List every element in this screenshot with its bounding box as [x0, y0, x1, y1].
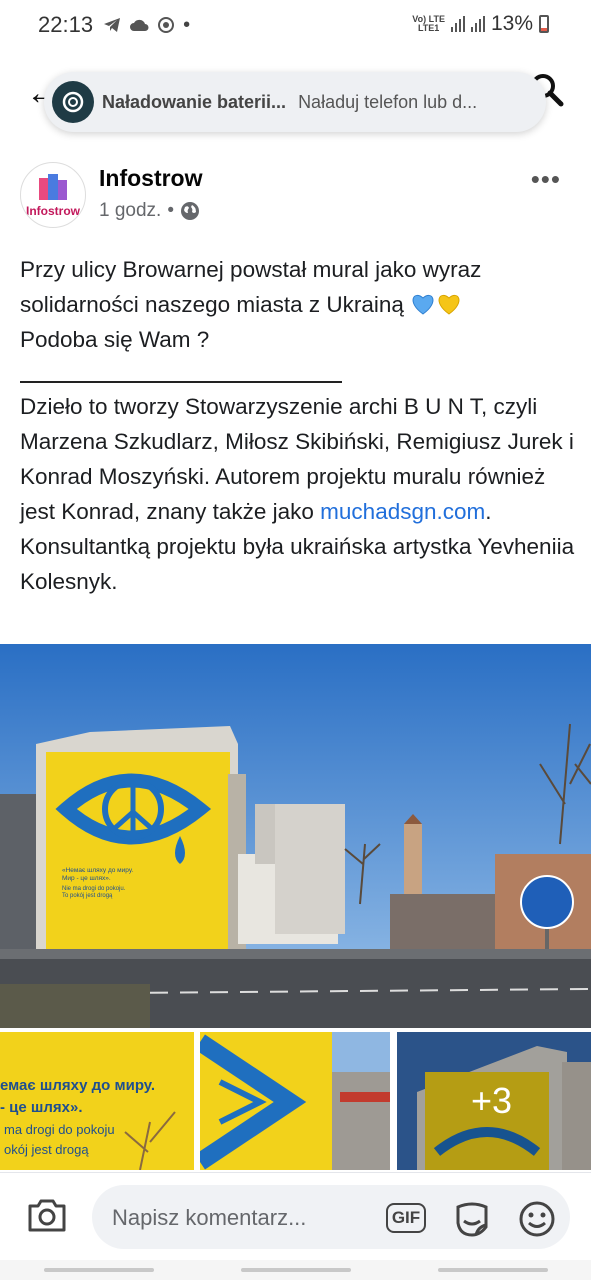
- battery-notification-icon: [52, 81, 94, 123]
- thumbnail-3-more[interactable]: +3: [397, 1032, 591, 1170]
- mural-text-4: To pokój jest drogą: [62, 893, 113, 899]
- avatar-logo-text: Infostrow: [26, 204, 80, 218]
- nav-back[interactable]: [437, 1268, 548, 1272]
- post-more-options-icon[interactable]: •••: [531, 164, 561, 195]
- thumbnail-1[interactable]: емає шляху до миру. - це шлях». ma drogi…: [0, 1032, 194, 1170]
- notification-title: Naładowanie baterii...: [102, 91, 287, 112]
- yellow-heart-icon: [438, 294, 460, 315]
- battery-percent: 13%: [490, 12, 533, 35]
- mural-text-3: Nie ma drogi do pokoju.: [62, 886, 126, 892]
- thumb-text-1: емає шляху до миру.: [0, 1077, 155, 1094]
- text-divider-line: [20, 357, 342, 383]
- sync-icon: [158, 17, 175, 33]
- telegram-icon: [104, 18, 121, 32]
- comment-input[interactable]: Napisz komentarz... GIF: [92, 1185, 570, 1249]
- battery-icon: [539, 15, 549, 33]
- status-time: 22:13: [38, 12, 94, 37]
- emoji-icon[interactable]: [517, 1199, 557, 1239]
- status-bar: 22:13 • Vo) LTE LTE1 13%: [0, 0, 591, 50]
- post-meta: 1 godz. •: [99, 200, 200, 222]
- status-right: Vo) LTE LTE1 13%: [412, 12, 549, 36]
- post-time[interactable]: 1 godz.: [99, 200, 161, 222]
- globe-icon: [180, 202, 199, 220]
- signal-icon: [450, 16, 465, 32]
- nav-recents[interactable]: [43, 1268, 154, 1272]
- thumb-text-4: okój jest drogą: [4, 1142, 89, 1157]
- signal-icon-2: [470, 16, 485, 32]
- post-author[interactable]: Infostrow: [99, 165, 203, 192]
- comment-bar: Napisz komentarz... GIF: [0, 1172, 591, 1260]
- status-notification-icons: •: [103, 14, 190, 37]
- mural-text-closeup: емає шляху до миру. - це шлях». ma drogi…: [0, 1032, 194, 1170]
- thumbnail-2[interactable]: [200, 1032, 390, 1170]
- mural-street-photo: «Немає шляху до миру. Мир - це шлях». Ni…: [0, 644, 591, 1028]
- cloud-icon: [130, 19, 149, 31]
- post-body: Przy ulicy Browarnej powstał mural jako …: [20, 252, 575, 599]
- post-link[interactable]: muchadsgn.com: [320, 499, 485, 524]
- thumb-text-2: - це шлях».: [0, 1099, 83, 1116]
- post-paragraph-1: Przy ulicy Browarnej powstał mural jako …: [20, 257, 482, 317]
- page-avatar[interactable]: Infostrow: [20, 162, 86, 228]
- mural-text-2: Мир - це шлях».: [62, 875, 111, 882]
- post-paragraph-2: Dzieło to tworzy Stowarzyszenie archi B …: [20, 394, 575, 594]
- blue-heart-icon: [412, 294, 434, 315]
- sticker-icon[interactable]: [452, 1199, 492, 1239]
- network-type: Vo) LTE LTE1: [412, 14, 445, 33]
- more-notifications-dot: •: [183, 13, 191, 36]
- thumb-text-3: ma drogi do pokoju: [4, 1122, 115, 1137]
- more-photos-count: +3: [471, 1080, 513, 1121]
- system-nav-bar: [0, 1260, 591, 1280]
- post-question: Podoba się Wam ?: [20, 327, 210, 352]
- meta-separator: •: [167, 200, 174, 221]
- photo-thumbnails: емає шляху до миру. - це шлях». ma drogi…: [0, 1032, 591, 1170]
- avatar-logo-icon: [39, 174, 67, 200]
- mural-eye-closeup: [200, 1032, 390, 1170]
- camera-icon[interactable]: [26, 1197, 68, 1233]
- mural-text-1: «Немає шляху до миру.: [62, 867, 133, 874]
- battery-notification-toast[interactable]: Naładowanie baterii... Naładuj telefon l…: [44, 72, 546, 132]
- nav-home[interactable]: [240, 1268, 351, 1272]
- post-main-photo[interactable]: «Немає шляху до миру. Мир - це шлях». Ni…: [0, 644, 591, 1028]
- gif-icon[interactable]: GIF: [386, 1203, 426, 1233]
- notification-text: Naładuj telefon lub d...: [298, 91, 478, 112]
- comment-placeholder: Napisz komentarz...: [112, 1205, 307, 1230]
